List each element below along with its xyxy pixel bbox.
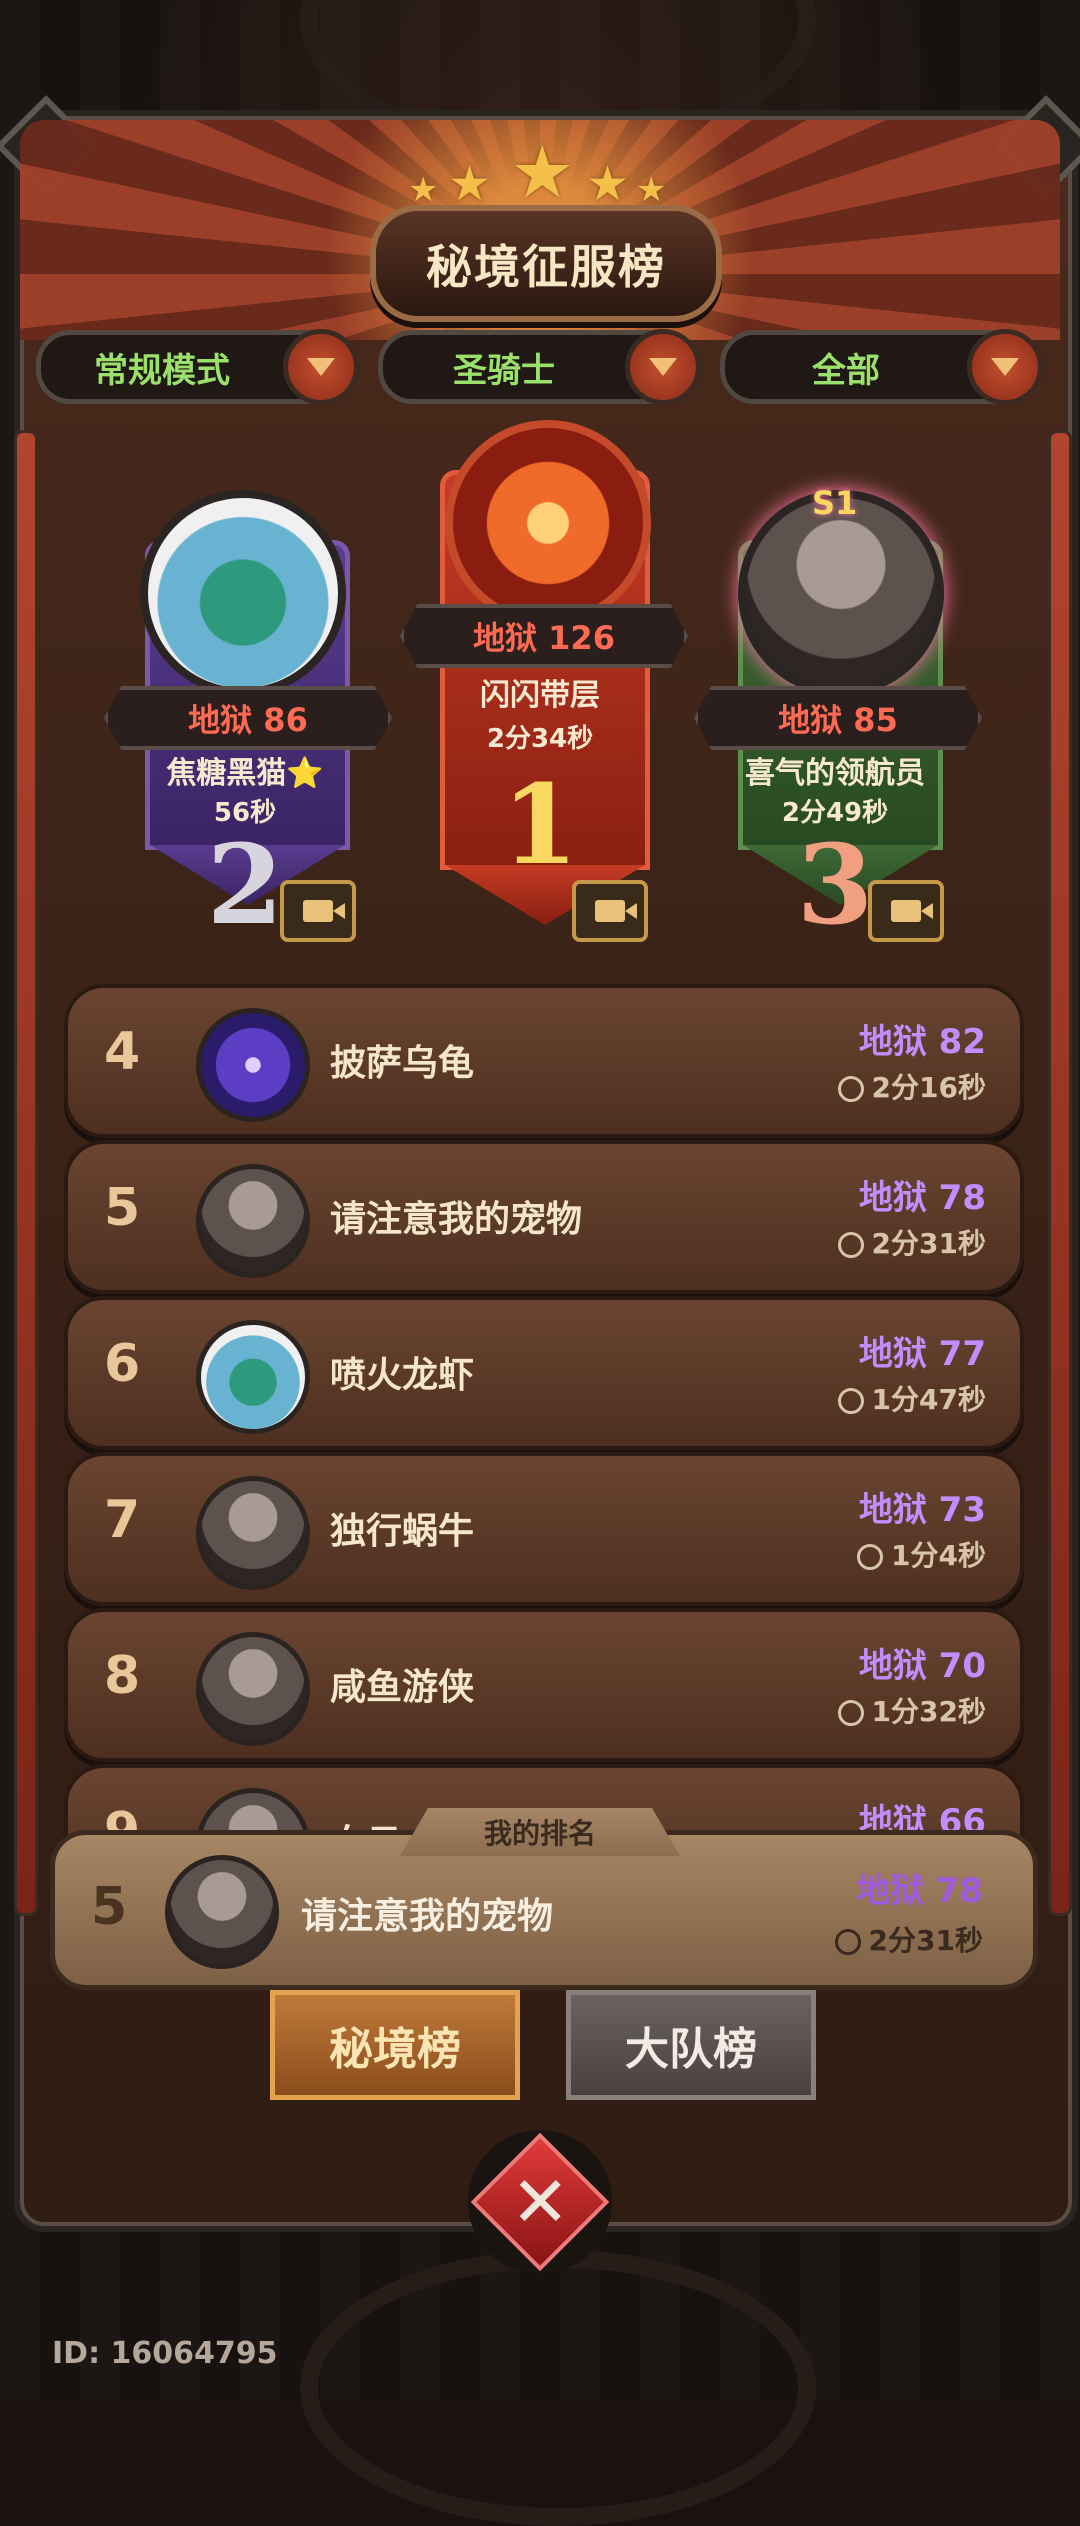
my-rank-player-name: 请注意我的宠物 (301, 1896, 554, 1937)
leaderboard-row[interactable]: 6 喷火龙虾 地狱 77 1分47秒 (64, 1296, 1024, 1450)
star-icon: ★ (448, 156, 492, 212)
page-title: 秘境征服榜 (426, 239, 666, 294)
row-avatar (196, 1320, 310, 1434)
row-avatar (196, 1164, 310, 1278)
row-level: 地狱 70 (858, 1646, 986, 1686)
season-badge: S1 (812, 484, 858, 522)
row-rank: 8 (104, 1646, 141, 1706)
row-rank: 7 (104, 1490, 141, 1550)
row-level: 地狱 73 (858, 1490, 986, 1530)
star-icon: ★ (408, 170, 439, 210)
podium-name-rank-1: 闪闪带层 (480, 678, 600, 713)
row-player-name: 喷火龙虾 (330, 1355, 475, 1396)
replay-video-button-rank-2[interactable] (280, 880, 356, 942)
right-rail (1048, 430, 1072, 1916)
leaderboard-row[interactable]: 5 请注意我的宠物 地狱 78 2分31秒 (64, 1140, 1024, 1294)
row-time: 1分4秒 (857, 1534, 986, 1574)
close-gem-icon: ✕ (470, 2132, 610, 2272)
left-rail (14, 430, 38, 1916)
row-avatar (196, 1476, 310, 1590)
clock-icon (857, 1544, 884, 1570)
replay-video-button-rank-3[interactable] (868, 880, 944, 942)
clock-icon (837, 1388, 864, 1414)
row-time: 1分47秒 (837, 1378, 986, 1418)
my-rank-time-text: 2分31秒 (868, 1924, 983, 1957)
podium-name-rank-3: 喜气的领航员 (745, 756, 925, 791)
row-avatar (196, 1632, 310, 1746)
row-level: 地狱 82 (858, 1022, 986, 1062)
row-time-text: 2分16秒 (871, 1071, 986, 1104)
my-rank-time: 2分31秒 (834, 1919, 983, 1959)
row-player-name: 咸鱼游侠 (330, 1667, 475, 1708)
row-avatar (196, 1008, 310, 1122)
clock-icon (837, 1700, 864, 1726)
leaderboard-row[interactable]: 8 咸鱼游侠 地狱 70 1分32秒 (64, 1608, 1024, 1762)
clock-icon (837, 1232, 864, 1258)
row-player-name: 请注意我的宠物 (330, 1199, 583, 1240)
dropdown-arrow-icon[interactable] (625, 329, 701, 405)
clock-icon (837, 1076, 864, 1102)
star-icon: ★ (636, 170, 667, 210)
podium-level-rank-1: 地狱 126 (400, 604, 688, 668)
tab-squad[interactable]: 大队榜 (566, 1990, 816, 2100)
dropdown-arrow-icon[interactable] (283, 329, 359, 405)
row-rank: 4 (104, 1022, 141, 1082)
podium-avatar-rank-1[interactable] (445, 420, 651, 626)
scope-filter-label: 全部 (812, 350, 880, 391)
my-rank-level: 地狱 78 (855, 1871, 983, 1911)
player-id: ID: 16064795 (52, 2336, 278, 2371)
my-rank-number: 5 (91, 1877, 128, 1937)
row-time-text: 1分32秒 (871, 1695, 986, 1728)
podium-avatar-rank-2[interactable] (140, 490, 346, 696)
row-time: 2分31秒 (837, 1222, 986, 1262)
replay-video-button-rank-1[interactable] (572, 880, 648, 942)
leaderboard-row[interactable]: 7 独行蜗牛 地狱 73 1分4秒 (64, 1452, 1024, 1606)
close-button[interactable]: ✕ (468, 2130, 612, 2274)
video-camera-icon (891, 900, 933, 922)
title-plaque: 秘境征服榜 (370, 205, 722, 322)
row-time: 2分16秒 (837, 1066, 986, 1106)
tab-secret-realm[interactable]: 秘境榜 (270, 1990, 520, 2100)
video-camera-icon (595, 900, 637, 922)
close-icon: ✕ (510, 2161, 570, 2243)
mode-filter-label: 常规模式 (94, 350, 230, 391)
podium-level-rank-2: 地狱 86 (104, 686, 392, 750)
class-filter-label: 圣骑士 (453, 350, 555, 391)
row-time-text: 1分47秒 (871, 1383, 986, 1416)
dropdown-arrow-icon[interactable] (967, 329, 1043, 405)
background-ornament (300, 2250, 816, 2526)
podium-name-rank-2: 焦糖黑猫⭐ (166, 756, 324, 791)
podium-rank-number-1: 1 (501, 760, 579, 889)
my-rank-tab-label: 我的排名 (400, 1808, 680, 1856)
row-player-name: 披萨乌龟 (330, 1043, 475, 1084)
row-level: 地狱 78 (858, 1178, 986, 1218)
row-player-name: 独行蜗牛 (330, 1511, 475, 1552)
star-icon: ★ (586, 156, 630, 212)
row-rank: 5 (104, 1178, 141, 1238)
class-filter-dropdown[interactable]: 圣骑士 (378, 329, 701, 405)
row-level: 地狱 77 (858, 1334, 986, 1374)
row-time-text: 1分4秒 (891, 1539, 986, 1572)
video-camera-icon (303, 900, 345, 922)
podium-time-rank-1: 2分34秒 (486, 724, 594, 754)
leaderboard-row[interactable]: 4 披萨乌龟 地狱 82 2分16秒 (64, 984, 1024, 1138)
my-rank-avatar (165, 1855, 279, 1969)
row-time: 1分32秒 (837, 1690, 986, 1730)
podium-level-rank-3: 地狱 85 (694, 686, 982, 750)
star-icon: ★ (510, 130, 575, 214)
clock-icon (834, 1929, 861, 1955)
scope-filter-dropdown[interactable]: 全部 (720, 329, 1043, 405)
row-rank: 6 (104, 1334, 141, 1394)
rating-stars: ★ ★ ★ ★ ★ (400, 130, 680, 214)
row-time-text: 2分31秒 (871, 1227, 986, 1260)
mode-filter-dropdown[interactable]: 常规模式 (36, 329, 359, 405)
